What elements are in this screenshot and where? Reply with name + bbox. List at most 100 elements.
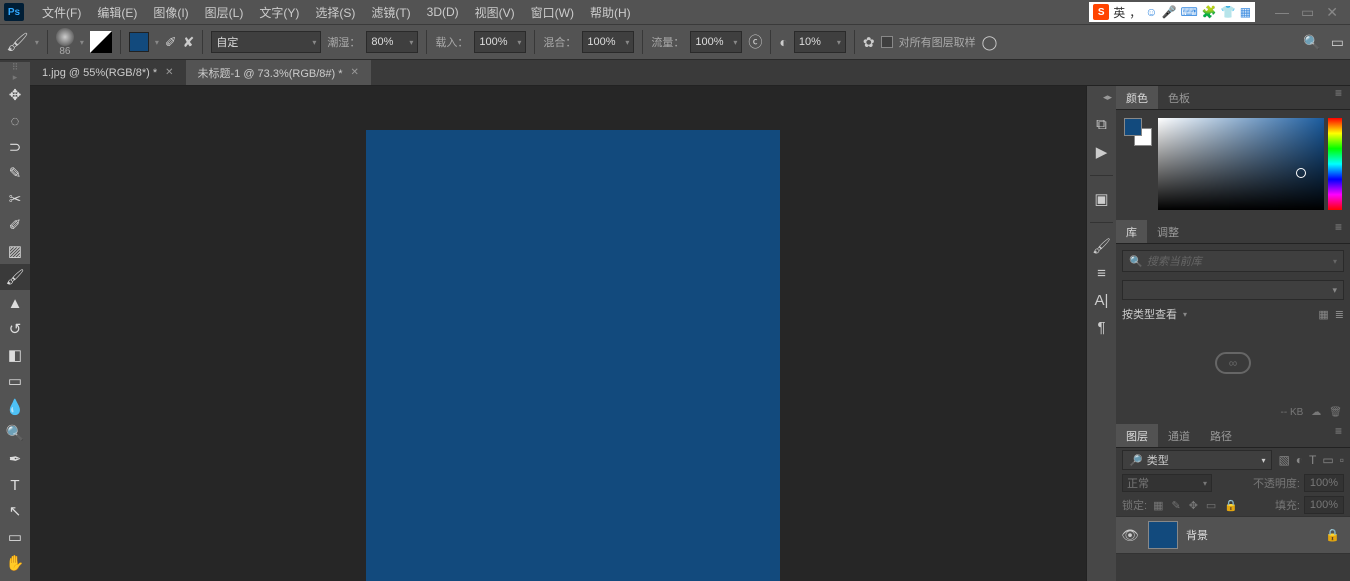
brush-panel-icon[interactable] <box>90 31 112 53</box>
load-brush-icon[interactable]: ✐ <box>165 34 177 51</box>
canvas[interactable] <box>366 130 780 581</box>
brush-settings-panel-icon[interactable]: ≡ <box>1097 265 1106 282</box>
menu-window[interactable]: 窗口(W) <box>523 4 582 21</box>
sample-all-checkbox[interactable] <box>881 36 893 48</box>
wet-input[interactable]: 80%▾ <box>366 31 418 53</box>
hue-slider[interactable] <box>1328 118 1342 210</box>
lock-transparent-icon[interactable]: ▦ <box>1153 499 1163 512</box>
smoothing-input[interactable]: 10%▾ <box>794 31 846 53</box>
gear-icon[interactable]: ✿ <box>863 34 875 51</box>
screen-mode-icon[interactable]: ▭ <box>1331 34 1344 51</box>
blend-mode-select[interactable]: 正常▾ <box>1122 474 1212 492</box>
document-workspace[interactable] <box>30 86 1116 581</box>
menu-filter[interactable]: 滤镜(T) <box>363 4 418 21</box>
brushes-panel-icon[interactable]: 🖌 <box>1092 237 1111 255</box>
menu-help[interactable]: 帮助(H) <box>582 4 639 21</box>
pen-tool-icon[interactable]: ✒ <box>0 446 30 472</box>
marquee-tool-icon[interactable]: ◌ <box>0 108 30 134</box>
stamp-tool-icon[interactable]: ▲ <box>0 290 30 316</box>
filter-image-icon[interactable]: ▧ <box>1278 453 1289 467</box>
tab-library[interactable]: 库 <box>1116 220 1147 243</box>
opacity-input[interactable]: 100% <box>1304 474 1344 492</box>
menu-file[interactable]: 文件(F) <box>34 4 89 21</box>
color-field[interactable] <box>1158 118 1324 210</box>
properties-panel-icon[interactable]: ▣ <box>1094 190 1108 208</box>
trash-icon[interactable]: 🗑 <box>1329 407 1342 418</box>
menu-type[interactable]: 文字(Y) <box>251 4 307 21</box>
load-input[interactable]: 100%▾ <box>474 31 526 53</box>
layers-panel-menu-icon[interactable]: ≡ <box>1327 424 1350 447</box>
crop-tool-icon[interactable]: ✂ <box>0 186 30 212</box>
eyedropper-tool-icon[interactable]: ✐ <box>0 212 30 238</box>
cloud-sync-icon[interactable]: ☁ <box>1311 407 1321 418</box>
toolbox-grip-icon[interactable]: ⠿ <box>0 62 30 72</box>
thumb-view-icon[interactable]: ▦ <box>1318 308 1328 321</box>
tab-layers[interactable]: 图层 <box>1116 424 1158 447</box>
brush-preset-picker[interactable]: 86 <box>56 28 74 57</box>
blur-tool-icon[interactable]: 💧 <box>0 394 30 420</box>
foreground-background-swatch[interactable] <box>1124 118 1150 144</box>
view-by-type-label[interactable]: 按类型查看 <box>1122 306 1177 322</box>
foreground-color[interactable] <box>1124 118 1142 136</box>
history-brush-tool-icon[interactable]: ↺ <box>0 316 30 342</box>
layer-thumbnail[interactable] <box>1148 521 1178 549</box>
tablet-pressure-icon[interactable]: ◯ <box>982 34 998 51</box>
actions-panel-icon[interactable]: ▶ <box>1096 143 1108 161</box>
history-panel-icon[interactable]: ⧉ <box>1096 116 1107 133</box>
tab-channels[interactable]: 通道 <box>1158 424 1200 447</box>
shape-tool-icon[interactable]: ▭ <box>0 524 30 550</box>
library-search[interactable]: 🔍 搜索当前库 ▾ <box>1122 250 1344 272</box>
blend-preset-select[interactable]: 自定▾ <box>211 31 321 53</box>
clean-brush-icon[interactable]: ✘ <box>183 34 195 51</box>
path-select-tool-icon[interactable]: ↖ <box>0 498 30 524</box>
airbrush-icon[interactable]: ⓒ <box>748 32 762 52</box>
layer-name[interactable]: 背景 <box>1186 527 1317 543</box>
tab-swatches[interactable]: 色板 <box>1158 86 1200 109</box>
close-tab-2-icon[interactable]: ✕ <box>351 67 359 78</box>
layer-item-background[interactable]: 👁 背景 🔒 <box>1116 516 1350 554</box>
menu-layer[interactable]: 图层(L) <box>197 4 252 21</box>
lock-artboard-icon[interactable]: ▭ <box>1206 499 1216 512</box>
menu-3d[interactable]: 3D(D) <box>419 5 467 19</box>
tab-color[interactable]: 颜色 <box>1116 86 1158 109</box>
doc-tab-2[interactable]: 未标题-1 @ 73.3%(RGB/8#) * ✕ <box>186 60 371 85</box>
tool-icon[interactable]: 🖌 <box>6 32 29 53</box>
current-color-swatch[interactable] <box>129 32 149 52</box>
lasso-tool-icon[interactable]: ⊃ <box>0 134 30 160</box>
menu-select[interactable]: 选择(S) <box>307 4 363 21</box>
filter-smartobj-icon[interactable]: ▫ <box>1340 453 1344 467</box>
lock-icon[interactable]: 🔒 <box>1325 528 1340 542</box>
filter-shape-icon[interactable]: ▭ <box>1322 453 1333 467</box>
doc-tab-1[interactable]: 1.jpg @ 55%(RGB/8*) * ✕ <box>30 60 186 85</box>
type-tool-icon[interactable]: T <box>0 472 30 498</box>
close-button[interactable]: ✕ <box>1326 4 1338 21</box>
layer-filter-select[interactable]: 🔎 类型 ▾ <box>1122 450 1272 470</box>
menu-edit[interactable]: 编辑(E) <box>89 4 145 21</box>
smoothing-icon[interactable]: ◐ <box>779 34 787 50</box>
hand-tool-icon[interactable]: ✋ <box>0 550 30 576</box>
visibility-toggle-icon[interactable]: 👁 <box>1120 527 1140 544</box>
list-view-icon[interactable]: ≣ <box>1335 308 1344 321</box>
paragraph-panel-icon[interactable]: ¶ <box>1097 319 1105 336</box>
eraser-tool-icon[interactable]: ◧ <box>0 342 30 368</box>
color-panel-menu-icon[interactable]: ≡ <box>1327 86 1350 109</box>
move-tool-icon[interactable]: ✥ <box>0 82 30 108</box>
menu-image[interactable]: 图像(I) <box>145 4 196 21</box>
menu-view[interactable]: 视图(V) <box>467 4 523 21</box>
quick-select-tool-icon[interactable]: ✎ <box>0 160 30 186</box>
search-icon[interactable]: 🔍 <box>1303 34 1320 51</box>
lock-position-icon[interactable]: ✥ <box>1189 499 1198 512</box>
flow-input[interactable]: 100%▾ <box>690 31 742 53</box>
brush-tool-icon[interactable]: 🖌 <box>0 264 30 290</box>
tab-adjustments[interactable]: 调整 <box>1147 220 1189 243</box>
minimize-button[interactable]: — <box>1275 4 1289 20</box>
fill-input[interactable]: 100% <box>1304 496 1344 514</box>
toolbox-expand-icon[interactable]: ▸ <box>0 72 30 82</box>
filter-adjust-icon[interactable]: ◐ <box>1296 453 1303 467</box>
gradient-tool-icon[interactable]: ▭ <box>0 368 30 394</box>
healing-tool-icon[interactable]: ▨ <box>0 238 30 264</box>
tab-paths[interactable]: 路径 <box>1200 424 1242 447</box>
library-select[interactable]: ▾ <box>1122 280 1344 300</box>
restore-button[interactable]: ▭ <box>1301 4 1314 21</box>
character-panel-icon[interactable]: A| <box>1095 292 1109 309</box>
